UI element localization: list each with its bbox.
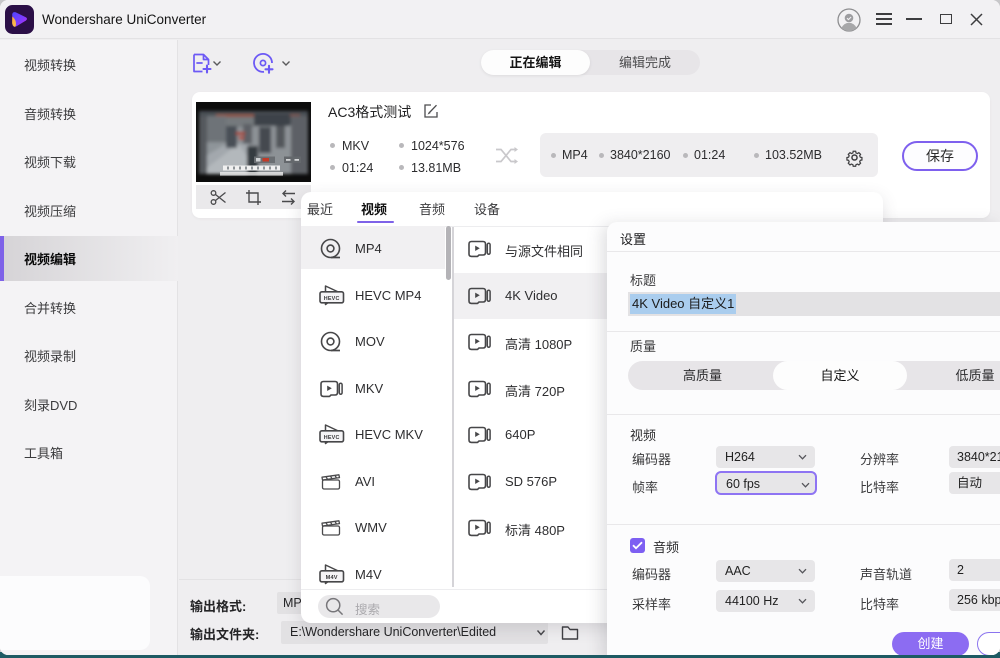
svg-text:HEVC: HEVC	[323, 435, 339, 441]
svg-text:M4V: M4V	[325, 575, 337, 581]
svg-text:HEVC: HEVC	[323, 296, 339, 302]
